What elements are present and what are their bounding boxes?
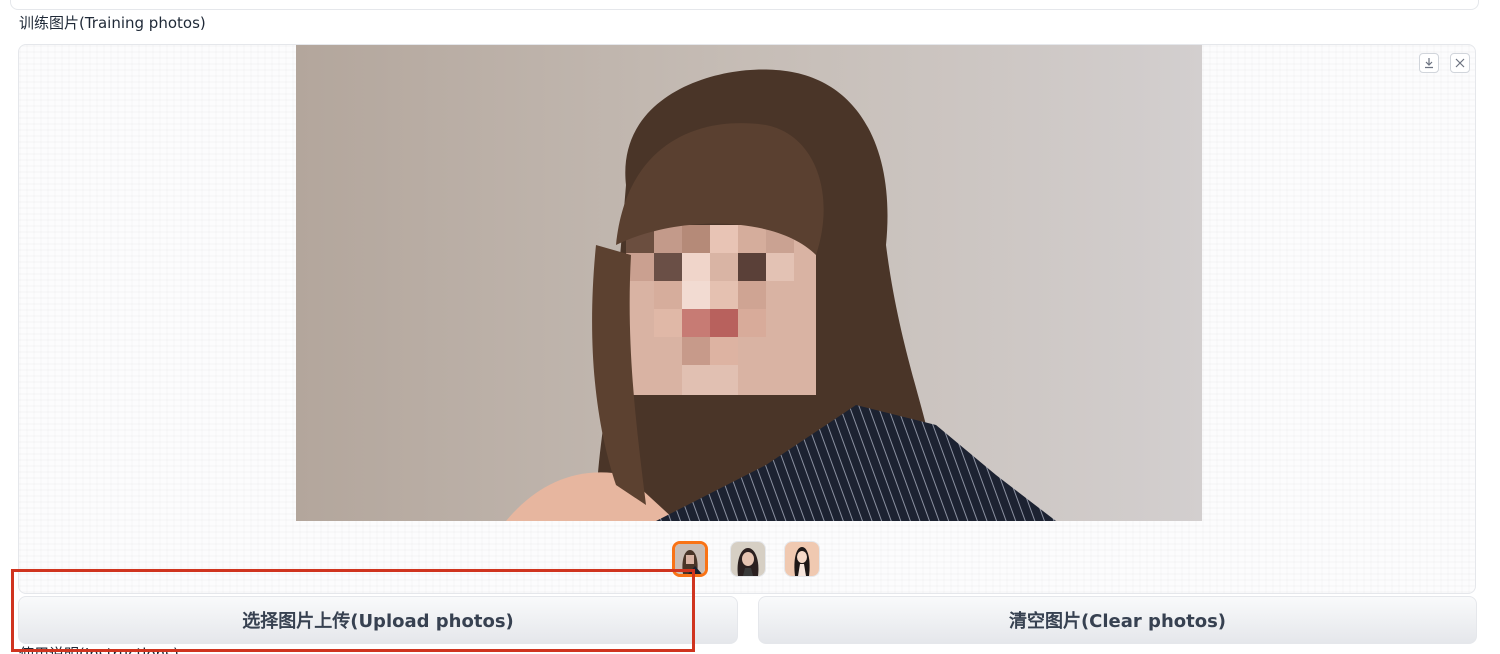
selected-photo-preview (296, 45, 1202, 521)
previous-panel (10, 0, 1479, 10)
pixelated-face (626, 225, 816, 395)
thumbnail-photo-2[interactable] (730, 541, 766, 577)
download-icon[interactable] (1419, 53, 1439, 73)
photo-gallery (18, 44, 1476, 594)
close-icon[interactable] (1450, 53, 1470, 73)
training-photos-label: 训练图片(Training photos) (19, 14, 206, 32)
thumbnail-photo-3[interactable] (784, 541, 820, 577)
annotation-highlight-box (11, 569, 695, 652)
clear-photos-button[interactable]: 清空图片(Clear photos) (758, 596, 1477, 644)
